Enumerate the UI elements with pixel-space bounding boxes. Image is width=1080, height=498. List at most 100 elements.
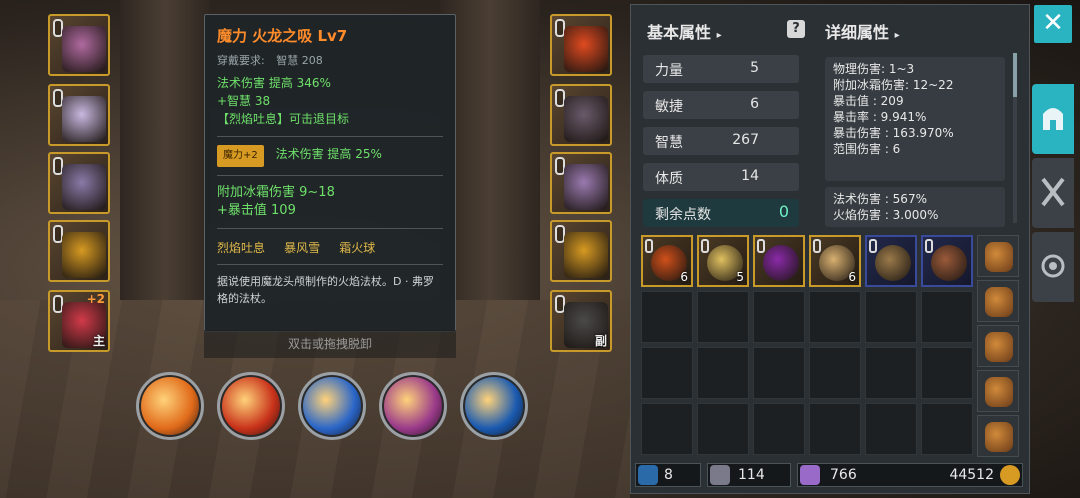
inventory-slot[interactable] [697,403,749,455]
skill-firestorm-button[interactable] [217,372,285,440]
item-count: 6 [848,270,856,284]
inventory-slot[interactable] [753,291,805,343]
inventory-slot[interactable] [641,347,693,399]
inventory-slot[interactable]: 6 [809,235,861,287]
item-skill: 暴风雪 [284,241,321,255]
slot-tag: 主 [92,334,105,348]
detail-scrollbar[interactable] [1013,53,1017,223]
inventory-slot[interactable] [921,347,973,399]
stat-wisdom: 智慧 267 [643,127,799,155]
item-description: 据说使用魔龙头颅制作的火焰法杖。D · 弗罗格的法杖。 [217,275,434,305]
inventory-slot[interactable] [641,403,693,455]
skill-frostfire-ball-button[interactable] [379,372,447,440]
ring2-icon [564,232,608,278]
detail-line: 暴击伤害 : 163.970% [833,126,954,140]
lock-chain-icon [701,239,709,253]
background-pillar [120,0,210,300]
inventory-slot[interactable] [921,403,973,455]
stat-label: 敏捷 [655,99,683,115]
equipment-slot-legs[interactable] [48,152,110,214]
item-stat-line: 【烈焰吐息】可击退目标 [217,112,350,126]
equipment-slot-gloves[interactable] [550,84,612,146]
inventory-slot[interactable] [921,235,973,287]
inventory-bag-4-button[interactable] [977,370,1019,412]
inventory-bag-3-button[interactable] [977,325,1019,367]
item-skill: 霜火球 [339,241,376,255]
stat-constitution: 体质 14 [643,163,799,191]
item-stat-line: 法术伤害 提高 346% [217,76,331,90]
basic-attributes-header[interactable]: 基本属性 ▸ [647,19,722,43]
inventory-slot[interactable] [865,291,917,343]
item-skills: 烈焰吐息 暴风雪 霜火球 [217,237,443,256]
money-counter: 766 44512 [797,463,1023,487]
bag-icon [985,377,1013,407]
lock-chain-icon [645,239,653,253]
skill-ice-shards-button[interactable] [298,372,366,440]
tab-equipment[interactable] [1032,84,1074,154]
divider [217,175,443,176]
chevron-right-icon: ▸ [894,30,900,41]
equipment-slot-helmet[interactable] [48,14,110,76]
shield-gem-icon [710,465,730,485]
close-button[interactable]: ✕ [1034,5,1072,43]
inventory-slot[interactable] [753,347,805,399]
inventory-slot[interactable] [697,291,749,343]
divider [217,264,443,265]
equipment-slot-boots[interactable] [550,152,612,214]
equipment-slot-ring2[interactable] [550,220,612,282]
inventory-slot[interactable] [865,347,917,399]
item-count: 5 [736,270,744,284]
inventory-slot[interactable] [809,347,861,399]
crossed-swords-icon [1041,177,1065,207]
inventory-slot[interactable] [865,403,917,455]
tab-skills[interactable] [1032,158,1074,228]
inventory-slot[interactable]: 5 [697,235,749,287]
crystals-value: 766 [830,467,857,483]
inventory-bag-1-button[interactable] [977,235,1019,277]
detail-line: 法术伤害 : 567% [833,192,927,206]
bag-icon [985,422,1013,452]
stat-value: 14 [741,168,759,184]
detail-line: 火焰伤害 : 3.000% [833,208,939,222]
equipment-slot-offhand[interactable]: 副 [550,290,612,352]
bag-icon [985,287,1013,317]
inventory-slot[interactable]: 6 [641,235,693,287]
inventory-slot[interactable] [753,403,805,455]
skill-dash-button[interactable] [460,372,528,440]
skill-meteor-button[interactable] [136,372,204,440]
detail-line: 范围伤害 : 6 [833,142,901,156]
bonus-stat: 附加冰霜伤害 9~18 [217,185,335,200]
stat-label: 力量 [655,63,683,79]
inventory-slot[interactable] [921,291,973,343]
equipment-slot-ring[interactable] [48,220,110,282]
gem-line: 魔力+2 法术伤害 提高 25% [217,145,443,167]
inventory-slot[interactable] [865,235,917,287]
bonus-stat: +暴击值 109 [217,203,296,218]
gloves-icon [564,96,608,142]
detail-stats-box: 法术伤害 : 567% 火焰伤害 : 3.000% [825,187,1005,227]
detail-attributes-header[interactable]: 详细属性 ▸ [825,19,900,43]
inventory-slot[interactable] [641,291,693,343]
lock-chain-icon [925,239,933,253]
stat-strength: 力量 5 [643,55,799,83]
inventory-slot[interactable] [809,291,861,343]
equipment-slot-weapon[interactable]: +2 主 [48,290,110,352]
character-panel: 基本属性 ▸ ? 详细属性 ▸ 力量 5 敏捷 6 智慧 267 体质 14 剩… [630,4,1030,494]
ring-target-icon [1041,254,1065,278]
equipment-slot-amulet[interactable] [550,14,612,76]
lock-chain-icon [869,239,877,253]
equipment-slot-armor[interactable] [48,84,110,146]
help-icon[interactable]: ? [787,20,805,38]
detail-attributes-label: 详细属性 [825,23,890,42]
enhance-level: +2 [86,292,105,306]
inventory-slot[interactable] [753,235,805,287]
inventory-slot[interactable] [697,347,749,399]
inventory-slot[interactable] [809,403,861,455]
inventory-bag-2-button[interactable] [977,280,1019,322]
unequip-hint[interactable]: 双击或拖拽脱卸 [204,330,456,358]
scrollbar-thumb[interactable] [1013,53,1017,97]
tab-settings[interactable] [1032,232,1074,302]
inventory-item-icon [931,245,967,281]
inventory-bag-5-button[interactable] [977,415,1019,457]
gems-value: 114 [738,467,765,483]
